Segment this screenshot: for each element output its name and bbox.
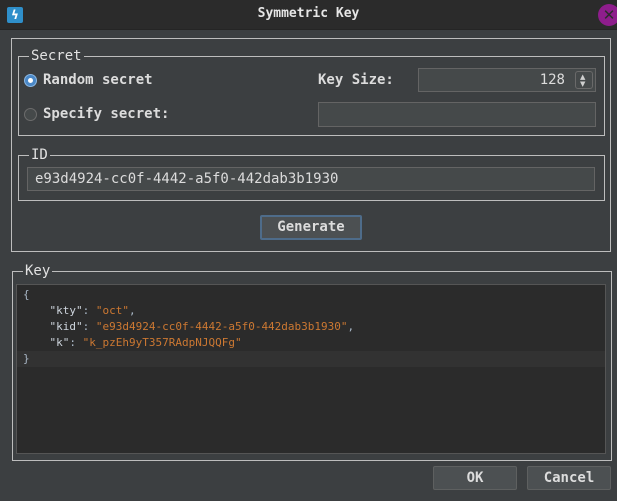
cancel-button[interactable]: Cancel: [527, 466, 611, 490]
json-val-kid: "e93d4924-cc0f-4442-a5f0-442dab3b1930": [95, 320, 348, 333]
json-line-kid: "kid": "e93d4924-cc0f-4442-a5f0-442dab3b…: [49, 320, 355, 333]
key-legend: Key: [25, 263, 51, 279]
chevron-down-icon[interactable]: ▼: [580, 81, 585, 88]
json-key-kid: "kid": [49, 320, 83, 333]
key-editor[interactable]: { "kty": "oct", "kid": "e93d4924-cc0f-44…: [16, 284, 606, 454]
ok-button[interactable]: OK: [433, 466, 517, 490]
window-title: Symmetric Key: [257, 6, 360, 21]
json-open-brace: {: [23, 288, 30, 301]
json-key-kty: "kty": [49, 304, 83, 317]
json-val-kty: "oct": [95, 304, 129, 317]
random-secret-radio[interactable]: [24, 74, 37, 87]
json-val-k: "k_pzEh9yT357RAdpNJQQFg": [82, 336, 242, 349]
id-legend: ID: [31, 147, 48, 163]
key-size-value[interactable]: 128: [540, 72, 565, 88]
json-key-k: "k": [49, 336, 70, 349]
json-line-kty: "kty": "oct",: [49, 304, 136, 317]
secret-legend: Secret: [31, 48, 82, 64]
specify-secret-label[interactable]: Specify secret:: [43, 106, 169, 122]
specify-secret-radio[interactable]: [24, 108, 37, 121]
json-close-brace: }: [17, 351, 605, 367]
id-input[interactable]: e93d4924-cc0f-4442-a5f0-442dab3b1930: [27, 167, 595, 191]
title-bar: ϟ Symmetric Key ✕: [0, 0, 617, 30]
spinner-arrows[interactable]: ▲ ▼: [575, 71, 593, 89]
key-size-spinner[interactable]: 128 ▲ ▼: [418, 68, 596, 92]
close-icon[interactable]: ✕: [598, 4, 617, 26]
key-size-label: Key Size:: [318, 72, 394, 88]
json-line-k: "k": "k_pzEh9yT357RAdpNJQQFg": [49, 336, 242, 349]
generate-button[interactable]: Generate: [260, 215, 362, 240]
specify-secret-input[interactable]: [318, 102, 596, 127]
random-secret-label[interactable]: Random secret: [43, 72, 153, 88]
